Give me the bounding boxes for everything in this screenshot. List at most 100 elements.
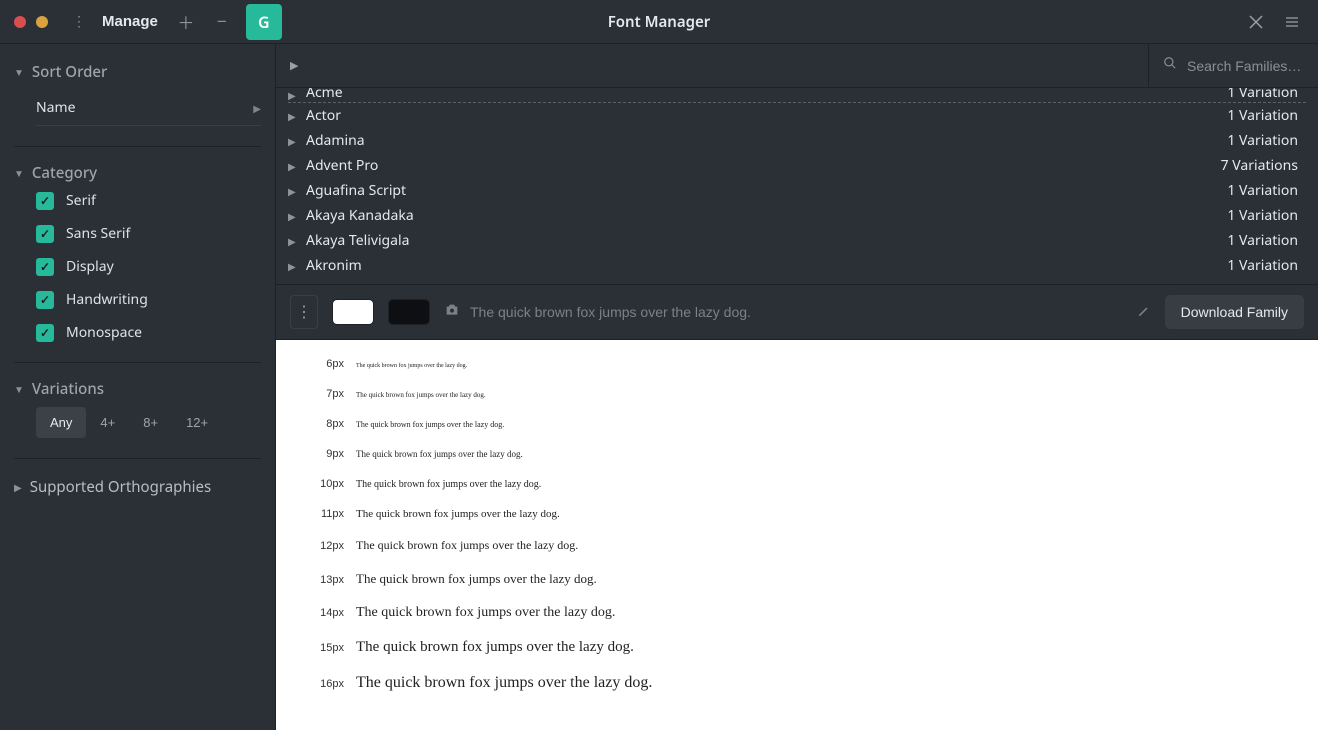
remove-button[interactable]: − [204,4,240,40]
waterfall-sample-text: The quick brown fox jumps over the lazy … [356,508,560,520]
search-input[interactable] [1187,58,1307,74]
expand-icon[interactable]: ▶ [288,184,304,198]
waterfall-row: 7px The quick brown fox jumps over the la… [294,388,1318,400]
category-label: Category [32,163,97,183]
fg-color-dark-swatch[interactable] [388,299,430,325]
font-family-row[interactable]: ▶Actor 1 Variation [276,103,1318,128]
variations-header[interactable]: ▼ Variations [0,371,275,407]
waterfall-size-label: 6px [294,358,344,370]
hamburger-menu-icon[interactable] [1274,4,1310,40]
search-icon [1163,56,1177,75]
list-toolbar: ▶ [276,44,1318,88]
font-name: Actor [306,106,341,125]
waterfall-sample-text: The quick brown fox jumps over the lazy … [356,639,634,656]
divider [14,362,261,363]
window-controls [0,16,48,28]
google-fonts-chip[interactable]: G [246,4,282,40]
font-family-row[interactable]: ▶Acme1 Variation [276,88,1318,102]
waterfall-size-label: 14px [294,607,344,619]
checkbox-checked-icon: ✓ [36,291,54,309]
waterfall-row: 13pxThe quick brown fox jumps over the l… [294,571,1318,587]
font-family-row[interactable]: ▶Advent Pro 7 Variations [276,153,1318,178]
font-family-row[interactable]: ▶Akronim1 Variation [276,253,1318,278]
category-checkbox[interactable]: ✓Serif [36,191,261,210]
variations-label: Variations [32,379,104,399]
category-header[interactable]: ▼ Category [0,155,275,191]
preview-toolbar: ⋮ Download Family [276,284,1318,340]
expand-icon[interactable]: ▶ [288,284,304,285]
waterfall-size-label: 8px [294,418,344,430]
waterfall-size-label: 7px [294,388,344,400]
tools-icon[interactable] [1238,4,1274,40]
waterfall-row: 12px The quick brown fox jumps over the l… [294,538,1318,553]
search-families [1148,44,1318,87]
sort-order-select[interactable]: Name ▶ [36,90,261,126]
variation-filter-pill[interactable]: Any [36,407,86,438]
waterfall-sample-text: The quick brown fox jumps over the lazy … [356,363,467,369]
waterfall-sample-text: The quick brown fox jumps over the lazy … [356,391,486,399]
font-variation-count: 1 Variation [1227,206,1298,225]
checkbox-checked-icon: ✓ [36,324,54,342]
main-content: ▶ ▶Acme1 Variation▶Actor1 Variation▶Adam… [276,44,1318,730]
expand-icon[interactable]: ▶ [288,259,304,273]
preview-text-input[interactable] [470,304,1123,320]
waterfall-sample-text: The quick brown fox jumps over the lazy … [356,420,504,429]
variation-filter-pill[interactable]: 4+ [86,407,129,438]
manage-dropdown[interactable]: Manage [92,7,168,36]
download-family-button[interactable]: Download Family [1165,295,1304,329]
edit-preview-icon[interactable] [1137,304,1151,321]
waterfall-size-label: 9px [294,448,344,460]
font-family-row[interactable]: ▶Akaya Kanadaka 1 Variation [276,203,1318,228]
preview-options-button[interactable]: ⋮ [290,295,318,329]
waterfall-row: 15px The quick brown fox jumps over the l… [294,639,1318,656]
checkbox-checked-icon: ✓ [36,192,54,210]
waterfall-size-label: 11px [294,508,344,520]
font-family-row[interactable]: ▶Aladin1 Variation [276,278,1318,284]
expand-icon[interactable]: ▶ [288,159,304,173]
waterfall-size-label: 15px [294,642,344,654]
category-checkbox[interactable]: ✓Monospace [36,323,261,342]
waterfall-row: 11px The quick brown fox jumps over the l… [294,508,1318,520]
orthographies-header[interactable]: ▶ Supported Orthographies [0,469,275,505]
add-button[interactable]: ＋ [168,4,204,40]
category-checkbox[interactable]: ✓Handwriting [36,290,261,309]
minimize-window-icon[interactable] [36,16,48,28]
font-name: Akaya Kanadaka [306,206,414,225]
category-checkbox[interactable]: ✓Sans Serif [36,224,261,243]
waterfall-row: 8px The quick brown fox jumps over the la… [294,418,1318,430]
checkbox-checked-icon: ✓ [36,225,54,243]
font-family-list[interactable]: ▶Acme1 Variation▶Actor1 Variation▶Adamin… [276,88,1318,284]
divider [14,458,261,459]
waterfall-row: 16pxThe quick brown fox jumps over the l… [294,674,1318,692]
font-name: Advent Pro [306,156,378,175]
variation-filter-pill[interactable]: 12+ [172,407,222,438]
font-family-row[interactable]: ▶Adamina 1 Variation [276,128,1318,153]
sort-order-value: Name [36,98,75,117]
waterfall-row: 14pxThe quick brown fox jumps over the l… [294,605,1318,621]
font-variation-count: 1 Variation [1227,131,1298,150]
expand-icon[interactable]: ▶ [288,209,304,223]
font-variation-count: 1 Variation [1227,256,1298,275]
expand-icon[interactable]: ▶ [288,234,304,248]
expand-icon[interactable]: ▶ [288,134,304,148]
camera-icon[interactable] [444,302,460,323]
bg-color-light-swatch[interactable] [332,299,374,325]
chevron-down-icon: ▼ [14,166,24,180]
drag-handle-icon[interactable]: ⋮ [68,12,90,31]
close-window-icon[interactable] [14,16,26,28]
font-name: Adamina [306,131,365,150]
font-family-row[interactable]: ▶Akaya Telivigala1 Variation [276,228,1318,253]
expand-icon[interactable]: ▶ [288,88,304,102]
variation-filter-pill[interactable]: 8+ [129,407,172,438]
expand-icon[interactable]: ▶ [288,109,304,123]
breadcrumb-chevron-icon[interactable]: ▶ [276,58,312,73]
font-variation-count: 1 Variation [1227,106,1298,125]
sort-order-label: Sort Order [32,62,107,82]
chevron-right-icon: ▶ [253,101,261,115]
font-family-row[interactable]: ▶Aguafina Script1 Variation [276,178,1318,203]
waterfall-sample-text: The quick brown fox jumps over the lazy … [356,538,578,553]
category-checkbox[interactable]: ✓Display [36,257,261,276]
font-variation-count: 7 Variations [1221,156,1298,175]
waterfall-size-label: 12px [294,540,344,552]
sort-order-header[interactable]: ▼ Sort Order [0,54,275,90]
